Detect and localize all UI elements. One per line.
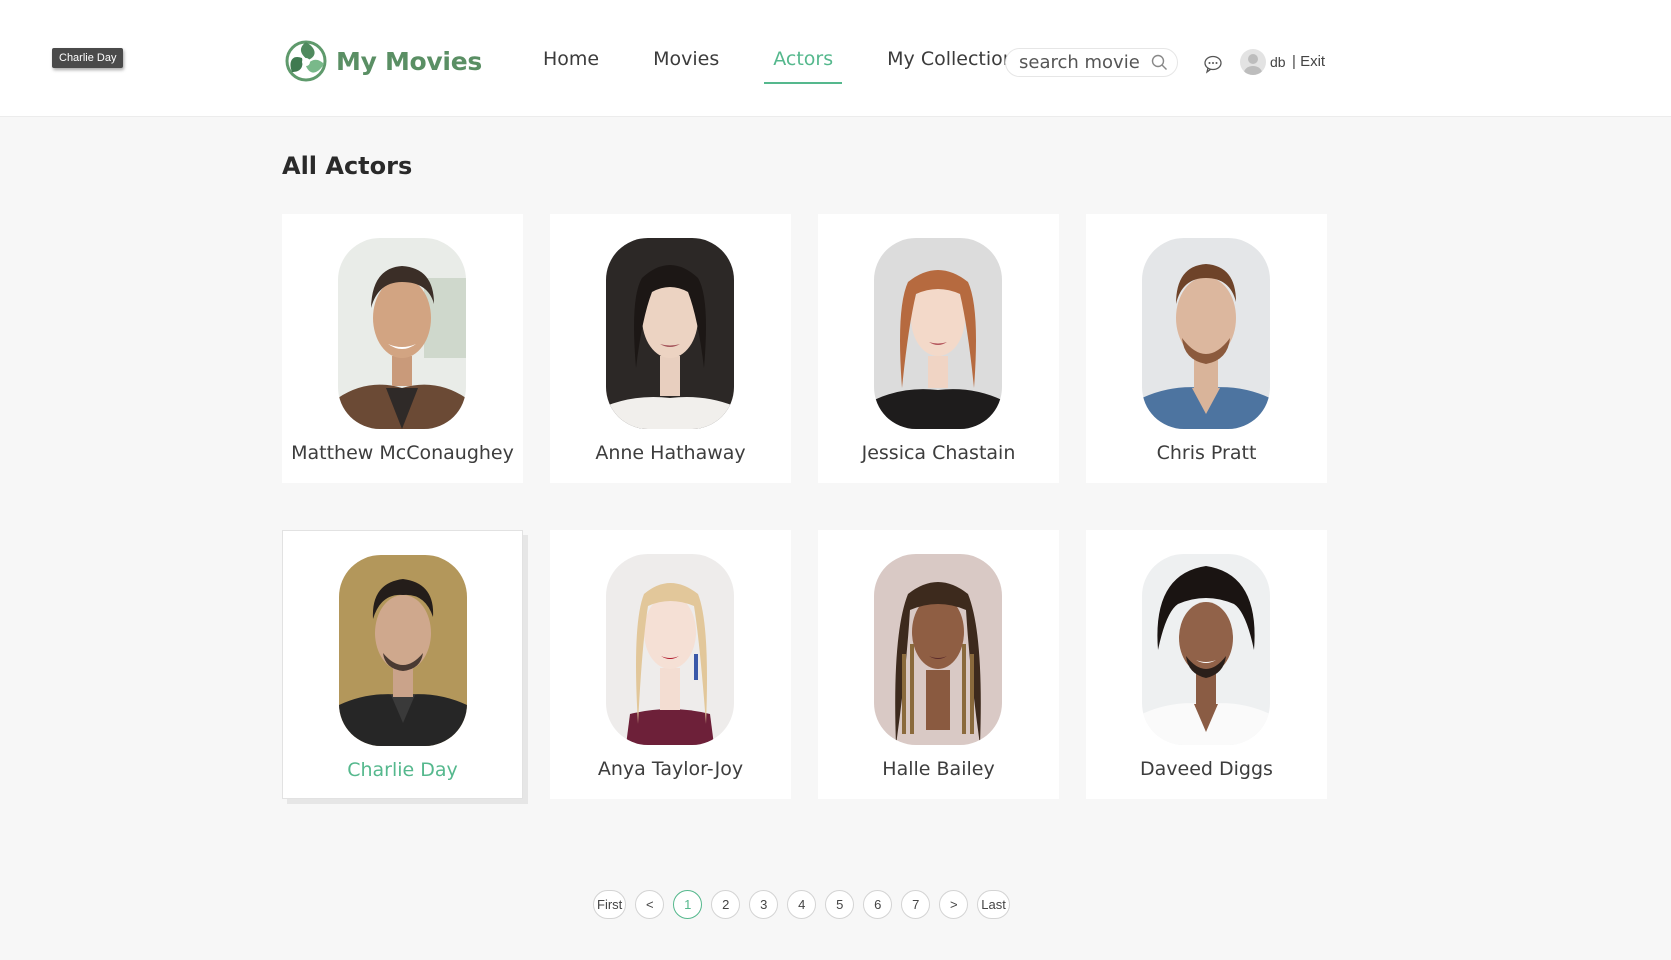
page-6-button[interactable]: 6 [863, 890, 893, 919]
search-box [1005, 48, 1178, 77]
actor-photo-image [874, 238, 1002, 429]
page-5-button[interactable]: 5 [825, 890, 855, 919]
page-2-button[interactable]: 2 [711, 890, 741, 919]
actor-card[interactable]: Matthew McConaughey [282, 214, 523, 483]
pagination: First < 1 2 3 4 5 6 7 > Last [593, 890, 1019, 919]
actor-name: Daveed Diggs [1140, 758, 1273, 780]
actor-card[interactable]: Anya Taylor-Joy [550, 530, 791, 799]
actor-card[interactable]: Jessica Chastain [818, 214, 1059, 483]
actor-photo [339, 555, 467, 746]
page-prev-button[interactable]: < [635, 890, 665, 919]
page-title: All Actors [282, 152, 413, 180]
actor-name: Chris Pratt [1156, 442, 1257, 464]
page-7-button[interactable]: 7 [901, 890, 931, 919]
actor-card[interactable]: Daveed Diggs [1086, 530, 1327, 799]
actor-photo-image [606, 238, 734, 429]
actor-photo [874, 554, 1002, 745]
actor-name: Anya Taylor-Joy [597, 758, 744, 780]
actor-photo-image [1142, 554, 1270, 745]
actor-photo-image [339, 555, 467, 746]
hover-tooltip: Charlie Day [52, 48, 124, 68]
actor-photo-image [1142, 238, 1270, 429]
exit-link[interactable]: | Exit [1292, 53, 1325, 70]
page-first-button[interactable]: First [593, 890, 627, 919]
avatar-icon [1244, 54, 1262, 75]
actor-photo-image [874, 554, 1002, 745]
page-3-button[interactable]: 3 [749, 890, 779, 919]
actor-name: Anne Hathaway [595, 442, 746, 464]
actor-name: Halle Bailey [882, 758, 995, 780]
page-next-button[interactable]: > [939, 890, 969, 919]
main-nav: Home Movies Actors My Collections [534, 48, 1070, 84]
actor-photo [1142, 554, 1270, 745]
nav-movies[interactable]: Movies [644, 48, 728, 84]
page-last-button[interactable]: Last [977, 890, 1010, 919]
page-4-button[interactable]: 4 [787, 890, 817, 919]
actor-name: Charlie Day [347, 759, 458, 781]
actor-photo [338, 238, 466, 429]
actor-photo [874, 238, 1002, 429]
nav-home[interactable]: Home [534, 48, 608, 84]
page-1-button[interactable]: 1 [673, 890, 703, 919]
avatar[interactable] [1240, 49, 1266, 75]
actor-card[interactable]: Halle Bailey [818, 530, 1059, 799]
logo-text: My Movies [336, 46, 482, 76]
actor-photo [1142, 238, 1270, 429]
nav-actors[interactable]: Actors [764, 48, 843, 84]
logo[interactable]: My Movies [284, 38, 482, 84]
actor-name: Jessica Chastain [861, 442, 1016, 464]
message-icon[interactable] [1203, 54, 1223, 74]
actor-photo [606, 554, 734, 745]
logo-icon [285, 40, 327, 82]
user-name[interactable]: db [1270, 54, 1286, 70]
actor-card-hovered[interactable]: Charlie Day [282, 530, 523, 799]
search-icon[interactable] [1151, 54, 1168, 71]
actor-photo-image [338, 238, 466, 429]
actor-name: Matthew McConaughey [291, 442, 514, 464]
actor-photo [606, 238, 734, 429]
search-input[interactable] [1006, 49, 1141, 76]
top-header: My Movies Home Movies Actors My Collecti… [0, 0, 1671, 117]
actor-card[interactable]: Anne Hathaway [550, 214, 791, 483]
actor-photo-image [606, 554, 734, 745]
actor-card[interactable]: Chris Pratt [1086, 214, 1327, 483]
